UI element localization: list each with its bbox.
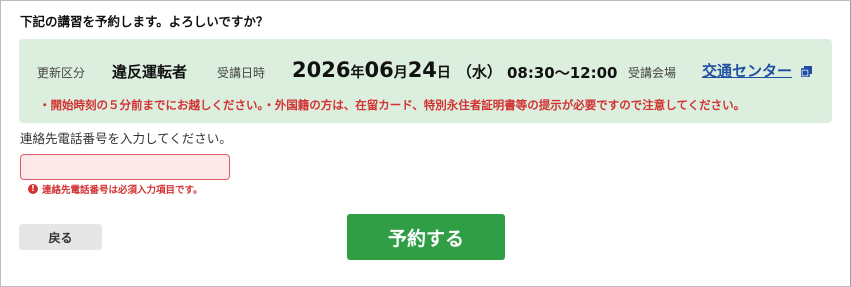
attendance-notice: ・開始時刻の５分前までにお越しください。・外国籍の方は、在留カード、特別永住者証… xyxy=(39,98,746,112)
phone-input[interactable] xyxy=(20,154,230,180)
phone-label: 連絡先電話番号を入力してください。 xyxy=(20,131,232,146)
date-month: 06 xyxy=(364,58,394,82)
venue-label: 受講会場 xyxy=(628,66,677,80)
exclamation-circle-icon: ! xyxy=(28,184,38,194)
date-month-unit: 月 xyxy=(393,65,408,81)
date-year-unit: 年 xyxy=(350,65,365,81)
venue-link[interactable]: 交通センター xyxy=(702,60,792,81)
reserve-button[interactable]: 予約する xyxy=(347,214,505,260)
renewal-category-label: 更新区分 xyxy=(37,66,86,80)
date-year: 2026 xyxy=(292,58,351,82)
date-weekday: （水） xyxy=(456,63,502,81)
renewal-category-value: 違反運転者 xyxy=(112,63,188,81)
date-day-unit: 日 xyxy=(436,65,451,81)
confirm-question: 下記の講習を予約します。よろしいですか？ xyxy=(20,14,269,29)
course-date: 2026年06月24日 （水） xyxy=(292,58,502,82)
course-info-panel: 更新区分 違反運転者 受講日時 2026年06月24日 （水） 08:30〜12:… xyxy=(19,39,832,123)
phone-error: ! 連絡先電話番号は必須入力項目です。 xyxy=(28,182,203,196)
course-time: 08:30〜12:00 xyxy=(507,64,618,82)
date-label: 受講日時 xyxy=(217,66,266,80)
date-day: 24 xyxy=(407,58,437,82)
phone-error-text: 連絡先電話番号は必須入力項目です。 xyxy=(42,185,203,196)
back-button[interactable]: 戻る xyxy=(19,224,102,250)
external-window-icon[interactable] xyxy=(801,66,812,77)
